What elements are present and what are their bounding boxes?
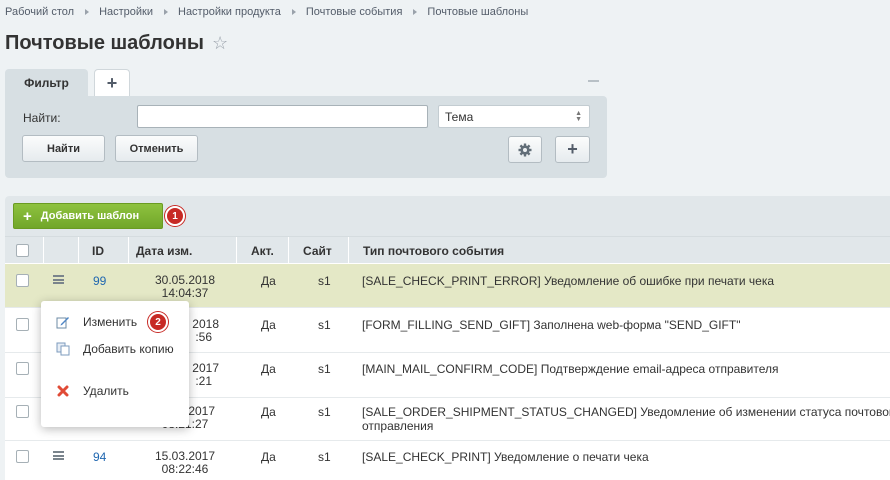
row-checkbox[interactable] (16, 362, 29, 375)
row-active: Да (261, 405, 276, 419)
breadcrumb: Рабочий стол Настройки Настройки продукт… (5, 5, 528, 19)
menu-item-edit[interactable]: Изменить (55, 314, 137, 330)
chevron-right-icon (413, 9, 418, 15)
header-actions-cell (43, 237, 78, 264)
settings-button[interactable] (508, 136, 542, 163)
menu-icon[interactable] (53, 451, 64, 460)
collapse-icon[interactable] (588, 80, 599, 82)
row-date-time: 14:04:37 (161, 286, 209, 300)
row-checkbox[interactable] (16, 274, 29, 287)
row-active: Да (261, 362, 276, 376)
breadcrumb-mail-events[interactable]: Почтовые события (306, 6, 403, 18)
row-site: s1 (318, 405, 331, 419)
menu-item-delete[interactable]: Удалить (55, 383, 129, 399)
row-id[interactable]: 99 (93, 274, 106, 288)
row-site: s1 (318, 450, 331, 464)
copy-icon (55, 341, 71, 357)
chevron-right-icon (291, 9, 296, 15)
row-id[interactable]: 94 (93, 450, 106, 464)
cancel-button[interactable]: Отменить (115, 135, 198, 162)
topic-select[interactable]: Тема ▲ ▼ (438, 105, 590, 128)
column-header-id[interactable]: ID (78, 237, 128, 264)
row-event-type: [MAIN_MAIL_CONFIRM_CODE] Подтверждение e… (362, 362, 779, 376)
header-checkbox-cell (5, 237, 43, 264)
find-label: Найти: (23, 111, 61, 125)
row-event-type: [SALE_ORDER_SHIPMENT_STATUS_CHANGED] Уве… (362, 405, 890, 433)
menu-item-copy[interactable]: Добавить копию (55, 341, 174, 357)
add-field-button[interactable]: + (555, 136, 590, 163)
menu-item-copy-label: Добавить копию (83, 342, 174, 356)
page-title-row: Почтовые шаблоны ☆ (5, 32, 228, 55)
add-filter-tab-button[interactable]: + (94, 69, 130, 97)
select-all-checkbox[interactable] (16, 244, 29, 257)
breadcrumb-settings[interactable]: Настройки (99, 6, 153, 18)
row-event-type-line2: отправления (362, 419, 434, 433)
menu-item-delete-label: Удалить (83, 384, 129, 398)
menu-icon[interactable] (53, 275, 64, 284)
row-event-type: [SALE_CHECK_PRINT_ERROR] Уведомление об … (362, 274, 775, 288)
row-site: s1 (318, 274, 331, 288)
row-active: Да (261, 274, 276, 288)
chevron-right-icon (164, 9, 168, 15)
close-icon (55, 383, 71, 399)
add-template-label: Добавить шаблон (40, 210, 140, 222)
topic-select-value: Тема (445, 109, 474, 124)
row-date-time: 08:22:46 (161, 462, 209, 476)
row-event-type: [FORM_FILLING_SEND_GIFT] Заполнена web-ф… (362, 318, 741, 332)
column-header-active[interactable]: Акт. (236, 237, 288, 264)
row-site: s1 (318, 362, 331, 376)
row-checkbox[interactable] (16, 450, 29, 463)
row-event-type: [SALE_CHECK_PRINT] Уведомление о печати … (362, 450, 649, 464)
breadcrumb-product-settings[interactable]: Настройки продукта (178, 6, 281, 18)
column-header-site[interactable]: Сайт (288, 237, 348, 264)
step-badge-1: 1 (165, 206, 185, 226)
find-button[interactable]: Найти (22, 135, 105, 162)
row-checkbox[interactable] (16, 405, 29, 418)
gear-icon (518, 143, 532, 156)
row-date: 15.03.2017 08:22:46 (145, 450, 225, 476)
step-badge-2: 2 (148, 312, 168, 332)
menu-item-edit-label: Изменить (83, 315, 138, 329)
row-date: 30.05.2018 14:04:37 (145, 274, 225, 300)
edit-icon (55, 314, 71, 330)
row-site: s1 (318, 318, 331, 332)
breadcrumb-desktop[interactable]: Рабочий стол (5, 6, 74, 18)
select-arrows-icon: ▲ ▼ (575, 110, 582, 123)
page-title: Почтовые шаблоны (5, 32, 204, 54)
row-checkbox[interactable] (16, 318, 29, 331)
column-header-event-type[interactable]: Тип почтового события (348, 237, 890, 264)
add-template-button[interactable]: + Добавить шаблон (13, 203, 163, 229)
tab-filter[interactable]: Фильтр (5, 69, 88, 97)
column-header-date[interactable]: Дата изм. (128, 237, 236, 264)
table-row[interactable]: 94 15.03.2017 08:22:46 Да s1 [SALE_CHECK… (5, 442, 890, 480)
star-icon[interactable]: ☆ (212, 33, 228, 54)
search-input[interactable] (137, 105, 428, 128)
breadcrumb-mail-templates[interactable]: Почтовые шаблоны (427, 6, 528, 18)
row-active: Да (261, 450, 276, 464)
row-active: Да (261, 318, 276, 332)
grid-header: ID Дата изм. Акт. Сайт Тип почтового соб… (5, 236, 890, 264)
row-event-type-line1: [SALE_ORDER_SHIPMENT_STATUS_CHANGED] Уве… (362, 405, 890, 419)
chevron-right-icon (85, 9, 90, 15)
plus-icon: + (23, 207, 32, 225)
